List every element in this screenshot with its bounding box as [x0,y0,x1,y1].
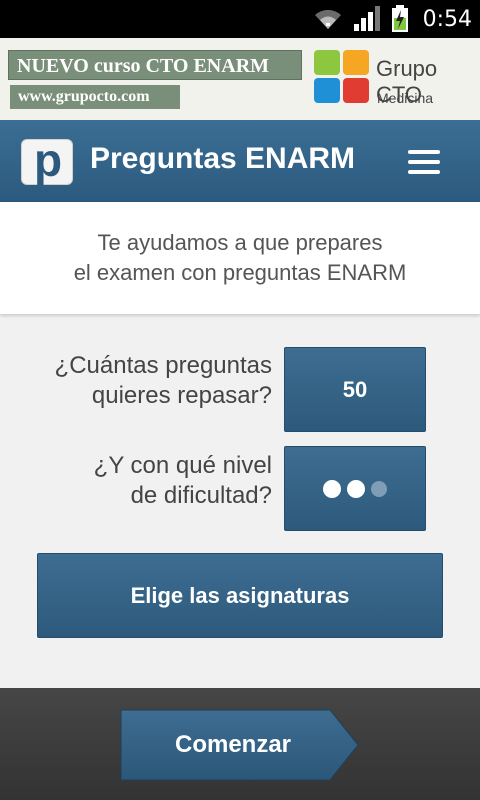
ad-url: www.grupocto.com [10,85,180,109]
cto-logo-icon [314,50,370,104]
page-title: Preguntas ENARM [90,142,356,175]
difficulty-label: ¿Y con qué nivel de dificultad? [93,452,272,509]
wifi-icon [313,7,343,31]
status-icons: 0:54 [313,0,472,38]
difficulty-button[interactable] [284,446,426,531]
difficulty-dot [371,480,387,497]
app-logo: p [21,134,73,186]
choose-subjects-label: Elige las asignaturas [130,582,350,608]
choose-subjects-button[interactable]: Elige las asignaturas [37,553,443,638]
status-bar: 0:54 [0,0,480,38]
difficulty-dot [347,479,365,498]
battery-charging-icon [391,5,409,33]
intro-panel: Te ayudamos a que prepares el examen con… [0,202,480,314]
start-button[interactable]: Comenzar [120,709,360,781]
app-header: p Preguntas ENARM [0,120,480,202]
question-count-button[interactable]: 50 [284,347,426,432]
difficulty-dots [323,479,387,498]
hamburger-menu-icon[interactable] [402,144,442,180]
ad-headline: NUEVO curso CTO ENARM [8,50,302,80]
signal-icon [353,6,381,32]
start-button-label: Comenzar [174,731,292,758]
ad-brand-subtitle: Medicina [377,90,434,106]
question-count-label: ¿Cuántas preguntas quieres repasar? [54,352,272,409]
footer-bar: Comenzar [0,688,480,800]
status-time: 0:54 [422,6,472,32]
question-count-value: 50 [342,376,368,402]
intro-line-1: Te ayudamos a que prepares [97,230,383,255]
intro-line-2: el examen con preguntas ENARM [73,260,407,285]
difficulty-dot [323,479,341,498]
app-logo-letter: p [33,134,63,186]
ad-banner[interactable]: NUEVO curso CTO ENARM www.grupocto.com G… [0,38,480,120]
